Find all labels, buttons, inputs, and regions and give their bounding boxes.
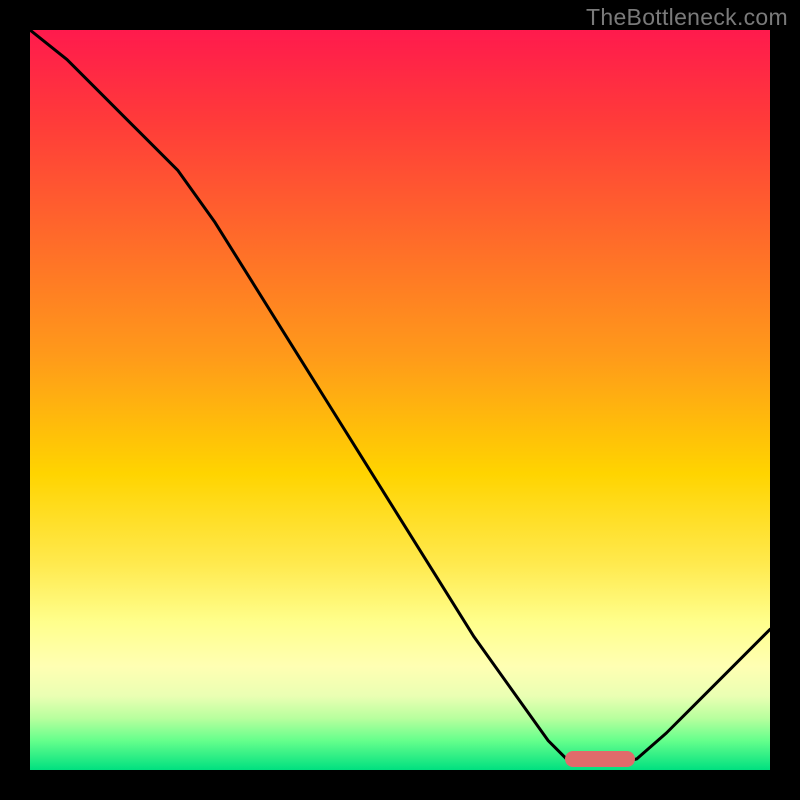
watermark-label: TheBottleneck.com [586, 4, 788, 31]
chart-frame: TheBottleneck.com [0, 0, 800, 800]
bottleneck-curve [30, 30, 770, 770]
plot-area [30, 30, 770, 770]
optimal-marker [565, 751, 635, 767]
